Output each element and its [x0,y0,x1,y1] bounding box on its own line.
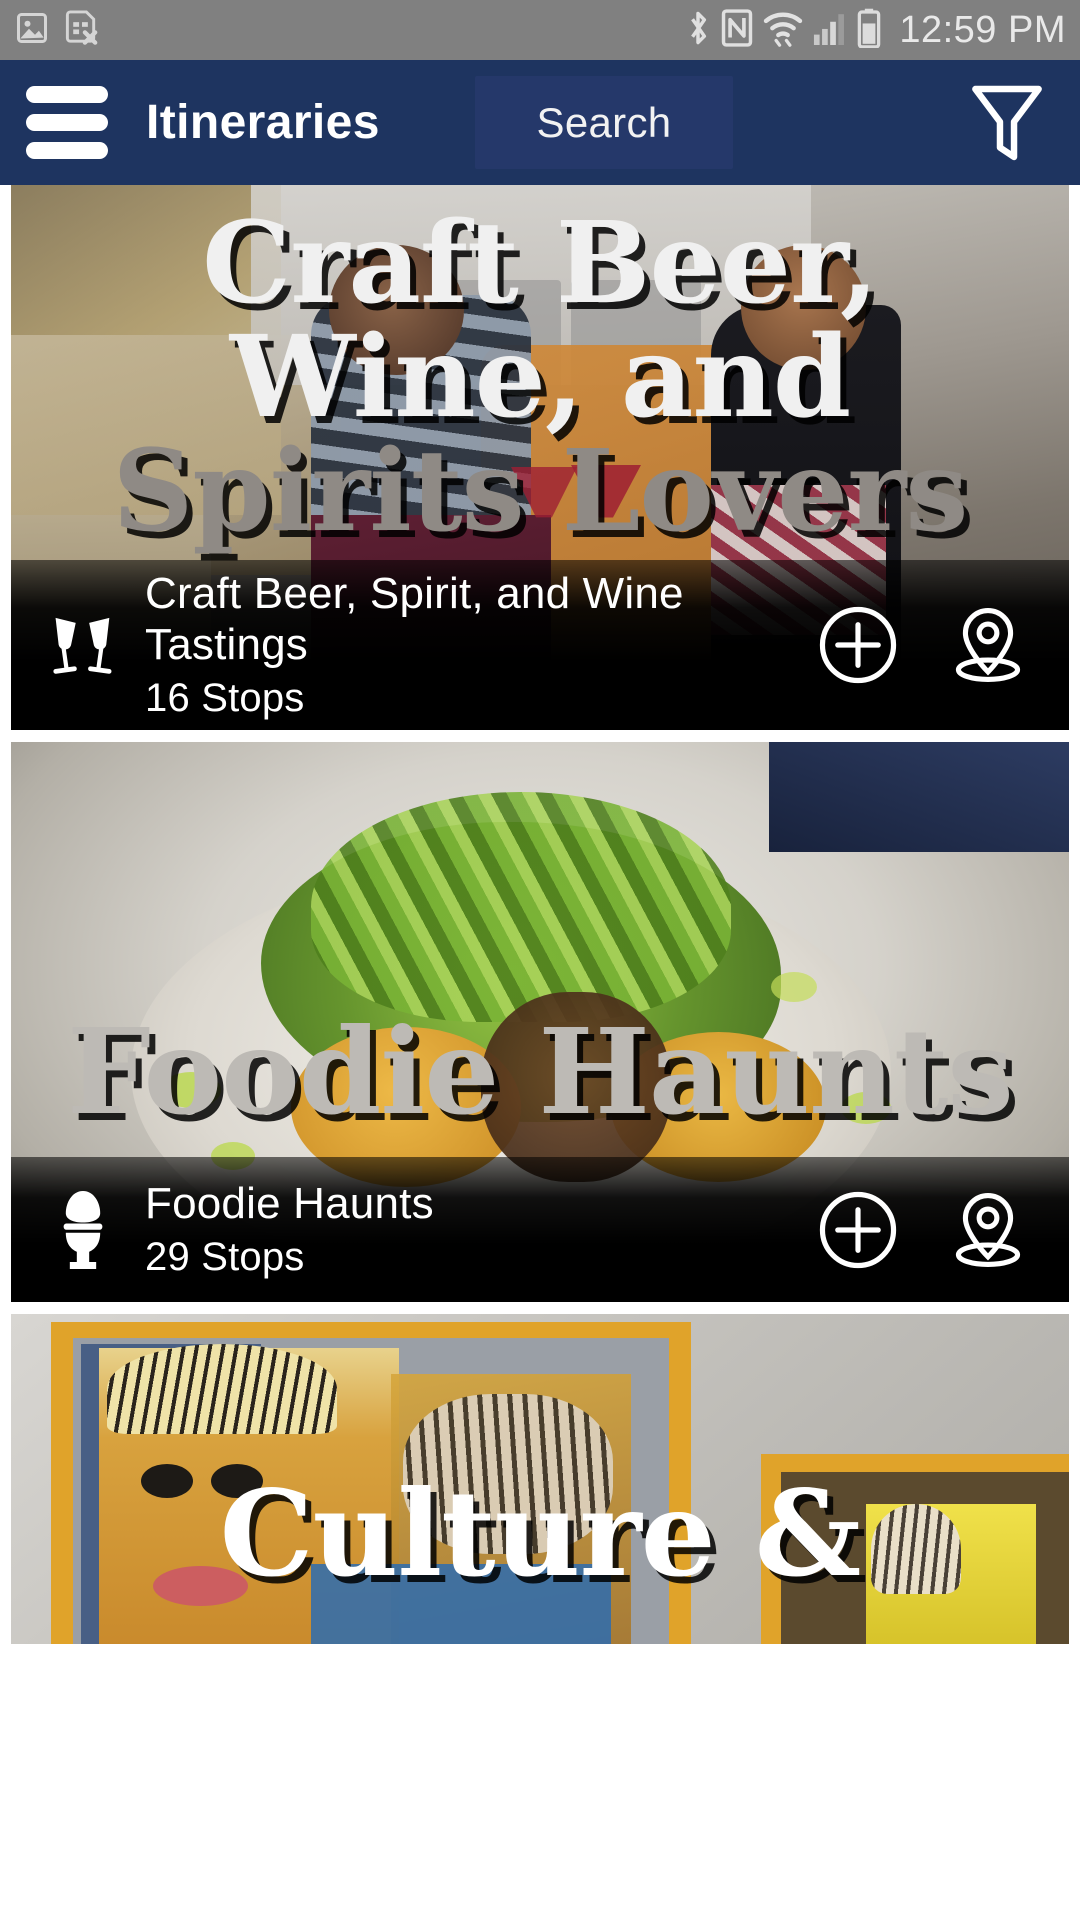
nfc-icon [721,8,753,52]
search-input[interactable]: Search [475,76,733,169]
image-icon [14,10,50,51]
app-bar: Itineraries Search [0,60,1080,185]
card-actions [815,1187,1041,1273]
plus-circle-icon[interactable] [815,1187,901,1273]
wine-glasses-toast-icon [37,604,129,686]
itinerary-card[interactable]: Craft Beer, Wine, and Spirits Lovers Cra… [11,185,1069,730]
card-footer: Craft Beer, Spirit, and Wine Tastings 16… [11,560,1069,730]
funnel-filter-icon[interactable] [964,80,1050,166]
card-title: Craft Beer, Spirit, and Wine Tastings [145,568,684,669]
status-bar: 12:59 PM [0,0,1080,60]
card-text-block: Foodie Haunts 29 Stops [129,1178,815,1281]
wifi-icon [763,9,803,52]
card-stops-count: 29 Stops [145,1235,305,1280]
cellular-signal-icon [813,10,847,51]
card-title: Foodie Haunts [145,1178,434,1228]
card-footer: Foodie Haunts 29 Stops [11,1157,1069,1302]
sim-card-error-icon [64,9,100,52]
plus-circle-icon[interactable] [815,602,901,688]
egg-cup-icon [37,1187,129,1273]
card-text-block: Craft Beer, Spirit, and Wine Tastings 16… [129,568,815,722]
status-bar-right-icons: 12:59 PM [685,8,1066,53]
status-bar-clock: 12:59 PM [899,8,1066,51]
card-stops-count: 16 Stops [145,676,305,721]
itinerary-card[interactable]: Culture & [11,1314,1069,1644]
status-bar-left-icons [14,9,100,52]
card-image-culture [11,1314,1069,1644]
search-placeholder: Search [536,98,672,146]
itinerary-card-list[interactable]: Craft Beer, Wine, and Spirits Lovers Cra… [0,185,1080,1920]
page-title: Itineraries [146,96,380,149]
itinerary-card[interactable]: Foodie Haunts Foodie Haunts 29 Stops [11,742,1069,1302]
battery-icon [857,8,881,53]
bluetooth-icon [685,8,711,53]
card-actions [815,602,1041,688]
hamburger-menu-icon[interactable] [26,86,108,159]
map-pin-icon[interactable] [945,1187,1031,1273]
map-pin-icon[interactable] [945,602,1031,688]
